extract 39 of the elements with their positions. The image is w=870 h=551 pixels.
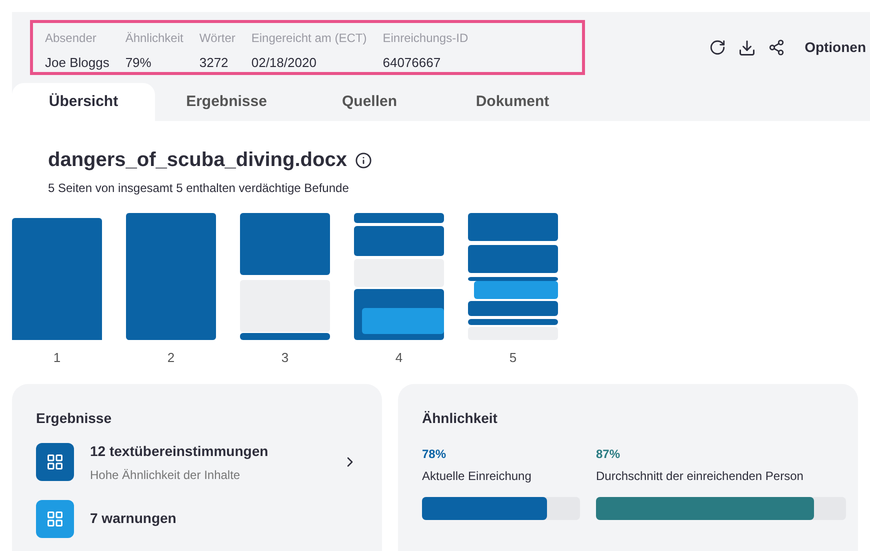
meter-label: Durchschnitt der einreichenden Person <box>596 468 804 484</box>
card-title: Ergebnisse <box>36 408 112 428</box>
meter-value: 78% <box>422 446 448 462</box>
tab[interactable]: Ergebnisse <box>155 83 298 121</box>
field-value: 64076667 <box>382 54 442 72</box>
tab[interactable]: Quellen <box>298 83 441 121</box>
field-label: Ähnlichkeit <box>125 30 184 47</box>
tab[interactable]: Dokument <box>441 83 584 121</box>
document-title: dangers_of_scuba_diving.docx <box>48 148 347 173</box>
result-subtitle: Hohe Ähnlichkeit der Inhalte <box>90 466 242 484</box>
page-thumbnail-drawing[interactable] <box>354 213 444 340</box>
field-label: Einreichungs-ID <box>382 30 468 47</box>
result-title[interactable]: 12 textübereinstimmungen <box>90 440 326 462</box>
download-icon[interactable] <box>738 38 756 56</box>
result-title[interactable]: 7 warnungen <box>90 508 358 529</box>
field-label: Wörter <box>199 30 236 47</box>
page-thumbnail-drawing[interactable] <box>126 213 216 340</box>
page-number: 3 <box>281 349 289 367</box>
field-value: 79% <box>125 54 152 72</box>
refresh-icon[interactable] <box>708 39 726 56</box>
page-number: 2 <box>167 349 175 367</box>
field-label: Absender <box>45 30 98 47</box>
page-number: 4 <box>395 349 403 367</box>
page-thumbnail-drawing[interactable] <box>468 213 558 340</box>
card-title: Ähnlichkeit <box>422 408 498 428</box>
field-value: 02/18/2020 <box>251 54 318 72</box>
share-icon[interactable] <box>768 39 785 56</box>
document-subtitle: 5 Seiten von insgesamt 5 enthalten verdächtige Befunde <box>48 180 350 197</box>
page-thumbnail-drawing[interactable] <box>240 213 330 340</box>
info-icon[interactable] <box>354 152 372 168</box>
page-number: 5 <box>509 349 517 367</box>
page-number: 1 <box>53 349 61 367</box>
tab[interactable]: Übersicht <box>12 83 155 121</box>
field-value: Joe Bloggs <box>45 54 110 72</box>
field-label: Eingereicht am (ECT) <box>251 30 367 47</box>
options-button[interactable]: Optionen <box>804 37 866 58</box>
meter-value: 87% <box>596 446 622 462</box>
meter-label: Aktuelle Einreichung <box>422 468 532 484</box>
field-value: 3272 <box>199 54 230 72</box>
